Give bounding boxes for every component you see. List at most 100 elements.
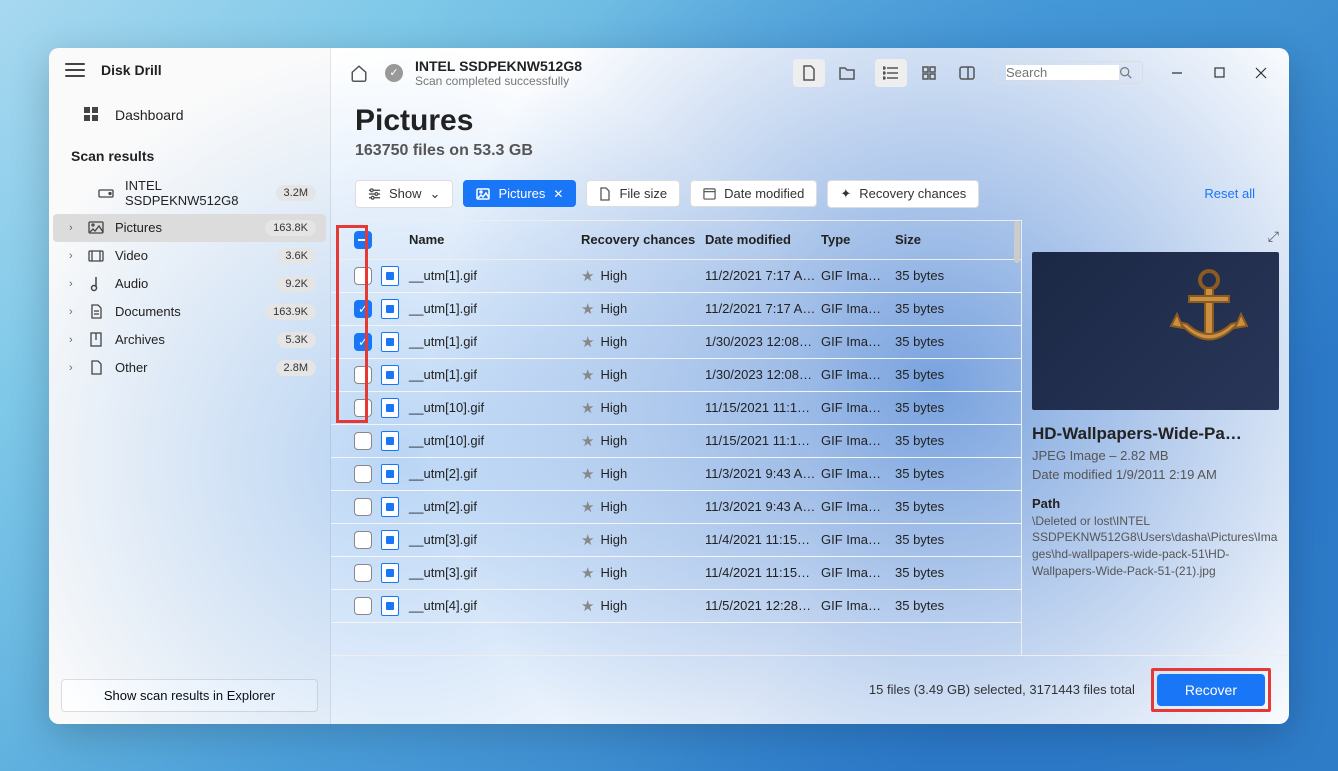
table-row[interactable]: __utm[10].gif★High11/15/2021 11:1…GIF Im… <box>331 392 1021 425</box>
file-size: 35 bytes <box>895 400 957 415</box>
file-type: GIF Ima… <box>821 499 895 514</box>
file-size: 35 bytes <box>895 598 957 613</box>
reset-all-link[interactable]: Reset all <box>1204 186 1265 201</box>
table-body: __utm[1].gif★High11/2/2021 7:17 A…GIF Im… <box>331 260 1021 655</box>
minimize-button[interactable] <box>1163 59 1191 87</box>
close-button[interactable] <box>1247 59 1275 87</box>
file-type-icon <box>381 299 399 319</box>
highlight-annotation: Recover <box>1151 668 1271 712</box>
preview-path-label: Path <box>1032 496 1279 511</box>
row-checkbox[interactable]: ✓ <box>354 333 372 351</box>
filter-filesize[interactable]: File size <box>586 180 680 207</box>
file-size: 35 bytes <box>895 334 957 349</box>
close-icon[interactable]: ✕ <box>553 187 563 201</box>
list-view-icon[interactable] <box>875 59 907 87</box>
chevron-right-icon[interactable]: › <box>69 250 81 262</box>
column-type[interactable]: Type <box>821 232 895 247</box>
table-row[interactable]: __utm[2].gif★High11/3/2021 9:43 A…GIF Im… <box>331 458 1021 491</box>
column-size[interactable]: Size <box>895 232 957 247</box>
file-size: 35 bytes <box>895 367 957 382</box>
table-row[interactable]: __utm[1].gif★High11/2/2021 7:17 A…GIF Im… <box>331 260 1021 293</box>
table-row[interactable]: __utm[10].gif★High11/15/2021 11:1…GIF Im… <box>331 425 1021 458</box>
other-icon <box>87 360 105 375</box>
file-type-icon <box>381 365 399 385</box>
table-row[interactable]: __utm[2].gif★High11/3/2021 9:43 A…GIF Im… <box>331 491 1021 524</box>
chevron-right-icon[interactable]: › <box>69 278 81 290</box>
grid-view-icon[interactable] <box>913 59 945 87</box>
file-view-icon[interactable] <box>793 59 825 87</box>
sidebar-item-badge: 163.8K <box>265 220 316 236</box>
sidebar-item-intel-ssdpeknw512g8[interactable]: INTEL SSDPEKNW512G83.2M <box>53 172 326 214</box>
file-name: __utm[4].gif <box>409 598 581 613</box>
anchor-icon <box>1159 262 1259 362</box>
split-view-icon[interactable] <box>951 59 983 87</box>
filter-datemod[interactable]: Date modified <box>690 180 817 207</box>
file-type-icon <box>381 563 399 583</box>
dashboard-icon <box>83 106 101 124</box>
file-type-icon <box>381 398 399 418</box>
app-title: Disk Drill <box>101 62 162 78</box>
row-checkbox[interactable] <box>354 531 372 549</box>
chevron-right-icon[interactable]: › <box>69 362 81 374</box>
sidebar-item-label: Pictures <box>115 220 265 235</box>
file-type: GIF Ima… <box>821 334 895 349</box>
recover-button[interactable]: Recover <box>1157 674 1265 706</box>
pictures-icon <box>87 221 105 234</box>
pictures-icon <box>476 188 490 200</box>
chevron-right-icon[interactable]: › <box>69 334 81 346</box>
chevron-right-icon[interactable]: › <box>69 222 81 234</box>
scrollbar[interactable] <box>1014 221 1020 263</box>
sidebar-item-pictures[interactable]: › Pictures163.8K <box>53 214 326 242</box>
sidebar-item-video[interactable]: ›Video3.6K <box>53 242 326 270</box>
row-checkbox[interactable] <box>354 399 372 417</box>
folder-view-icon[interactable] <box>831 59 863 87</box>
filter-pictures[interactable]: Pictures ✕ <box>463 180 576 207</box>
recovery-chance: High <box>600 565 627 580</box>
row-checkbox[interactable]: ✓ <box>354 300 372 318</box>
chevron-right-icon[interactable]: › <box>69 306 81 318</box>
table-row[interactable]: ✓__utm[1].gif★High11/2/2021 7:17 A…GIF I… <box>331 293 1021 326</box>
table-row[interactable]: __utm[1].gif★High1/30/2023 12:08…GIF Ima… <box>331 359 1021 392</box>
filter-recovery[interactable]: ✦ Recovery chances <box>827 180 979 208</box>
filter-show[interactable]: Show ⌄ <box>355 180 453 208</box>
table-row[interactable]: ✓__utm[1].gif★High1/30/2023 12:08…GIF Im… <box>331 326 1021 359</box>
file-type-icon <box>381 497 399 517</box>
drive-title: INTEL SSDPEKNW512G8 <box>415 58 582 74</box>
row-checkbox[interactable] <box>354 432 372 450</box>
sidebar-item-archives[interactable]: ›Archives5.3K <box>53 326 326 354</box>
menu-icon[interactable] <box>65 63 85 77</box>
row-checkbox[interactable] <box>354 498 372 516</box>
date-modified: 1/30/2023 12:08… <box>705 334 821 349</box>
column-name[interactable]: Name <box>409 232 581 247</box>
select-all-checkbox[interactable] <box>354 231 372 249</box>
sidebar-item-label: Archives <box>115 332 277 347</box>
sidebar-item-audio[interactable]: ›Audio9.2K <box>53 270 326 298</box>
search-input[interactable] <box>1006 65 1119 80</box>
recovery-chance: High <box>600 400 627 415</box>
sidebar-item-documents[interactable]: ›Documents163.9K <box>53 298 326 326</box>
file-name: __utm[3].gif <box>409 565 581 580</box>
column-recovery[interactable]: Recovery chances <box>581 232 705 247</box>
table-row[interactable]: __utm[3].gif★High11/4/2021 11:15…GIF Ima… <box>331 524 1021 557</box>
table-row[interactable]: __utm[4].gif★High11/5/2021 12:28…GIF Ima… <box>331 590 1021 623</box>
sidebar-item-label: Other <box>115 360 276 375</box>
sidebar-item-other[interactable]: ›Other2.8M <box>53 354 326 382</box>
expand-icon[interactable]: ⤢ <box>1268 228 1279 245</box>
home-icon[interactable] <box>345 59 373 87</box>
row-checkbox[interactable] <box>354 267 372 285</box>
column-date[interactable]: Date modified <box>705 232 821 247</box>
sidebar-dashboard[interactable]: Dashboard <box>49 98 330 132</box>
row-checkbox[interactable] <box>354 366 372 384</box>
table-row[interactable]: __utm[3].gif★High11/4/2021 11:15…GIF Ima… <box>331 557 1021 590</box>
sidebar: Disk Drill Dashboard Scan results INTEL … <box>49 48 331 724</box>
row-checkbox[interactable] <box>354 597 372 615</box>
recovery-chance: High <box>600 367 627 382</box>
maximize-button[interactable] <box>1205 59 1233 87</box>
row-checkbox[interactable] <box>354 465 372 483</box>
show-in-explorer-button[interactable]: Show scan results in Explorer <box>61 679 318 712</box>
preview-title: HD-Wallpapers-Wide-Pa… <box>1032 424 1279 444</box>
file-type: GIF Ima… <box>821 433 895 448</box>
row-checkbox[interactable] <box>354 564 372 582</box>
search-box[interactable] <box>995 61 1143 84</box>
sidebar-dashboard-label: Dashboard <box>115 107 184 123</box>
